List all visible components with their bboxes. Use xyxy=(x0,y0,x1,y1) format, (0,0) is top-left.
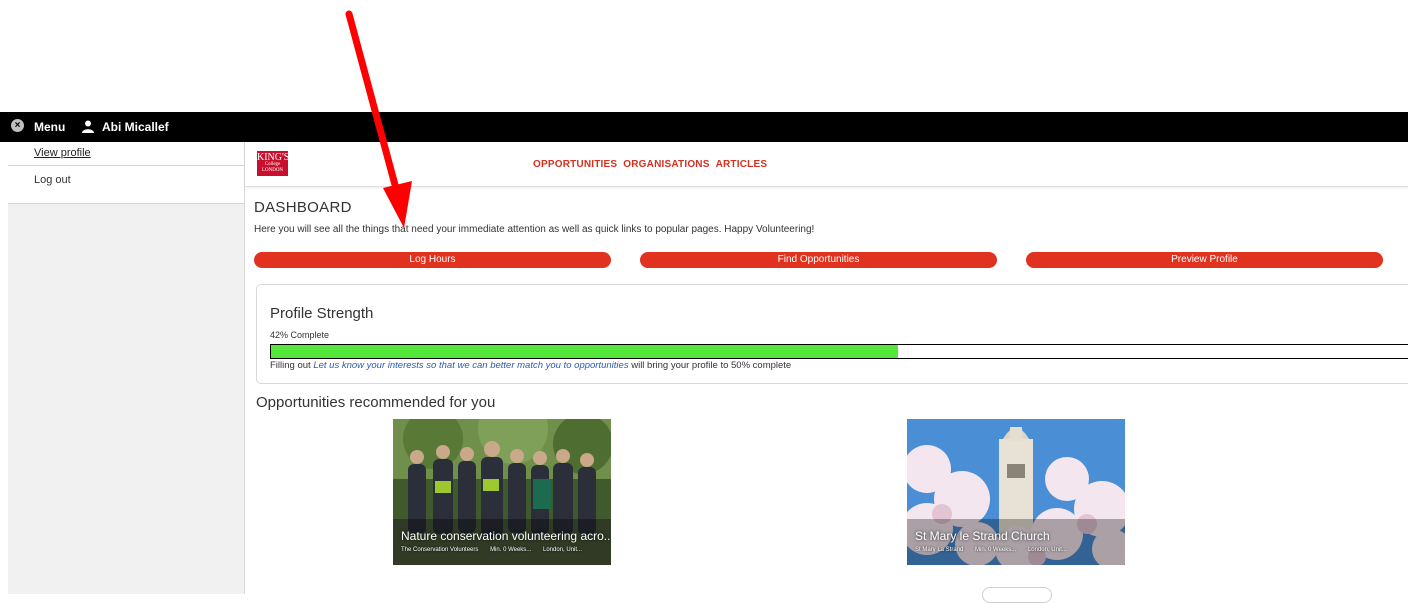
time-commitment: Min. 0 Weeks... xyxy=(975,547,1017,553)
nav-organisations[interactable]: ORGANISATIONS xyxy=(623,159,709,170)
opportunity-meta: St Mary La Strand Min. 0 Weeks... London… xyxy=(915,547,1077,553)
logo-text-line2: College LONDON xyxy=(261,162,284,173)
organisation-name: The Conservation Volunteers xyxy=(401,547,479,553)
nav-opportunities[interactable]: OPPORTUNITIES xyxy=(533,159,617,170)
opportunity-card-nature-conservation[interactable]: Nature conservation volunteering acro...… xyxy=(393,419,611,565)
preview-profile-button[interactable]: Preview Profile xyxy=(1026,252,1383,268)
location: London, Unit... xyxy=(542,547,583,553)
page-title: DASHBOARD xyxy=(254,199,352,216)
main-nav: OPPORTUNITIES ORGANISATIONS ARTICLES xyxy=(533,159,773,170)
profile-progress-bar xyxy=(270,344,1408,359)
note-suffix: will bring your profile to 50% complete xyxy=(628,360,792,371)
log-hours-button[interactable]: Log Hours xyxy=(254,252,611,268)
kings-college-logo[interactable]: KING'S College LONDON xyxy=(257,151,290,176)
sidebar-menu: View profile Log out xyxy=(8,142,245,594)
profile-strength-card: Profile Strength 42% Complete Filling ou… xyxy=(256,284,1408,384)
profile-strength-title: Profile Strength xyxy=(270,305,374,322)
see-more-button[interactable] xyxy=(982,587,1052,603)
menu-button[interactable]: Menu xyxy=(34,120,65,134)
nav-articles[interactable]: ARTICLES xyxy=(716,159,768,170)
church-blossom-photo xyxy=(907,419,1125,565)
sidebar-item-log-out[interactable]: Log out xyxy=(8,166,244,204)
interests-link[interactable]: Let us know your interests so that we ca… xyxy=(313,360,628,371)
recommended-title: Opportunities recommended for you xyxy=(256,394,496,411)
organisation-name: St Mary La Strand xyxy=(915,547,964,553)
top-bar: × Menu Abi Micallef xyxy=(0,112,1408,142)
note-prefix: Filling out xyxy=(270,360,314,371)
profile-progress-fill xyxy=(271,345,898,358)
opportunity-title: Nature conservation volunteering acro... xyxy=(401,529,611,543)
volunteers-group-photo xyxy=(393,419,611,565)
find-opportunities-button[interactable]: Find Opportunities xyxy=(640,252,997,268)
sidebar-item-view-profile[interactable]: View profile xyxy=(8,142,244,166)
site-header: KING'S College LONDON OPPORTUNITIES ORGA… xyxy=(245,142,1408,187)
user-icon xyxy=(82,120,94,133)
profile-complete-percent: 42% Complete xyxy=(270,330,330,340)
profile-strength-note: Filling out Let us know your interests s… xyxy=(270,360,791,371)
close-icon[interactable]: × xyxy=(11,119,24,132)
time-commitment: Min. 0 Weeks... xyxy=(490,547,532,553)
page-description: Here you will see all the things that ne… xyxy=(254,224,815,235)
location: London, Unit... xyxy=(1027,547,1067,553)
user-name[interactable]: Abi Micallef xyxy=(102,120,169,134)
opportunity-title: St Mary le Strand Church xyxy=(915,529,1050,543)
opportunity-meta: The Conservation Volunteers Min. 0 Weeks… xyxy=(401,547,592,553)
opportunity-card-st-mary-le-strand[interactable]: St Mary le Strand Church St Mary La Stra… xyxy=(907,419,1125,565)
logo-text-line1: KING'S xyxy=(257,152,290,163)
